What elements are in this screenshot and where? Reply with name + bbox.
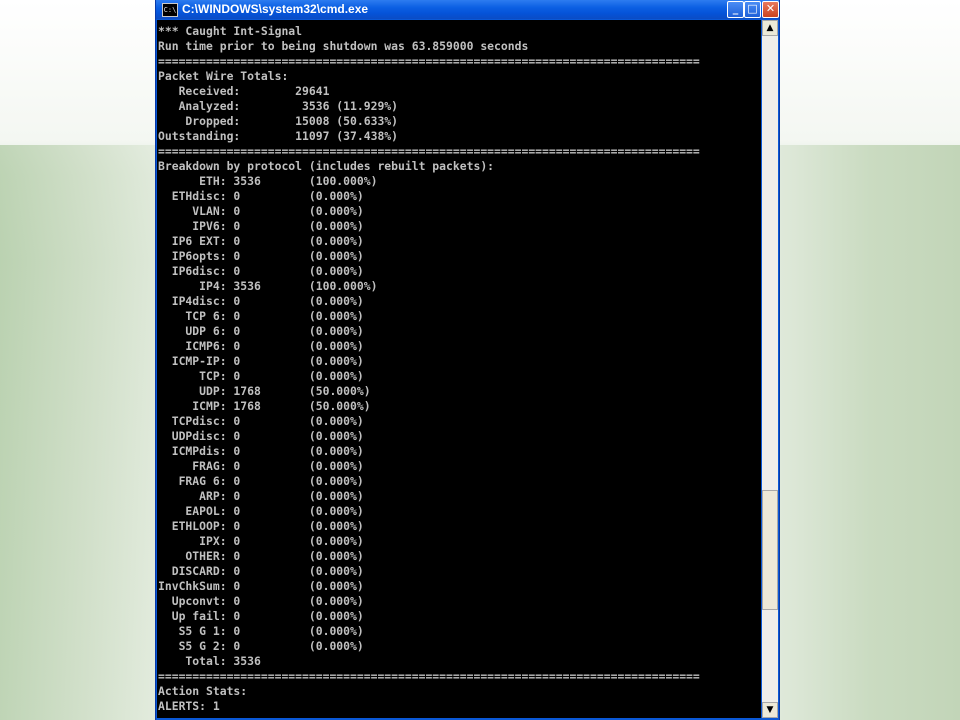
console-line: ALERTS: 1	[158, 699, 220, 713]
vertical-scrollbar[interactable]: ▲ ▼	[762, 20, 778, 718]
console-line: DISCARD: 0 (0.000%)	[158, 564, 364, 578]
console-line: Total: 3536	[158, 654, 261, 668]
cmd-app-icon[interactable]: C:\	[162, 3, 178, 17]
console-line: InvChkSum: 0 (0.000%)	[158, 579, 364, 593]
console-line: *** Caught Int-Signal	[158, 24, 303, 38]
console-line: ICMP6: 0 (0.000%)	[158, 339, 364, 353]
console-line: IP4: 3536 (100.000%)	[158, 279, 378, 293]
console-line: FRAG 6: 0 (0.000%)	[158, 474, 364, 488]
console-line: OTHER: 0 (0.000%)	[158, 549, 364, 563]
scroll-down-button[interactable]: ▼	[762, 702, 778, 718]
console-line: EAPOL: 0 (0.000%)	[158, 504, 364, 518]
console-line: ========================================…	[158, 669, 700, 683]
console-line: TCP: 0 (0.000%)	[158, 369, 364, 383]
console-line: IPX: 0 (0.000%)	[158, 534, 364, 548]
console-output[interactable]: *** Caught Int-Signal Run time prior to …	[157, 20, 761, 718]
console-line: UDPdisc: 0 (0.000%)	[158, 429, 364, 443]
console-line: Action Stats:	[158, 684, 248, 698]
console-line: IP4disc: 0 (0.000%)	[158, 294, 364, 308]
console-line: ICMP-IP: 0 (0.000%)	[158, 354, 364, 368]
title-bar[interactable]: C:\ C:\WINDOWS\system32\cmd.exe _ □ ✕	[156, 0, 779, 19]
console-line: Run time prior to being shutdown was 63.…	[158, 39, 529, 53]
console-line: Breakdown by protocol (includes rebuilt …	[158, 159, 495, 173]
console-line: VLAN: 0 (0.000%)	[158, 204, 364, 218]
console-line: UDP 6: 0 (0.000%)	[158, 324, 364, 338]
console-line: ARP: 0 (0.000%)	[158, 489, 364, 503]
console-line: IP6disc: 0 (0.000%)	[158, 264, 364, 278]
console-line: ETH: 3536 (100.000%)	[158, 174, 378, 188]
console-line: Up fail: 0 (0.000%)	[158, 609, 364, 623]
console-line: Outstanding: 11097 (37.438%)	[158, 129, 399, 143]
console-line: IP6 EXT: 0 (0.000%)	[158, 234, 364, 248]
scrollbar-thumb[interactable]	[762, 490, 778, 610]
cmd-window: C:\ C:\WINDOWS\system32\cmd.exe _ □ ✕ **…	[155, 0, 780, 720]
console-line: S5 G 2: 0 (0.000%)	[158, 639, 364, 653]
console-line: IPV6: 0 (0.000%)	[158, 219, 364, 233]
console-line: FRAG: 0 (0.000%)	[158, 459, 364, 473]
console-line: ========================================…	[158, 144, 700, 158]
console-line: S5 G 1: 0 (0.000%)	[158, 624, 364, 638]
maximize-button[interactable]: □	[744, 1, 761, 18]
console-line: ========================================…	[158, 54, 700, 68]
console-text: *** Caught Int-Signal Run time prior to …	[157, 20, 761, 714]
console-line: Received: 29641	[158, 84, 330, 98]
console-line: Upconvt: 0 (0.000%)	[158, 594, 364, 608]
console-line: UDP: 1768 (50.000%)	[158, 384, 371, 398]
console-line: Dropped: 15008 (50.633%)	[158, 114, 399, 128]
console-line: Analyzed: 3536 (11.929%)	[158, 99, 399, 113]
console-line: ICMP: 1768 (50.000%)	[158, 399, 371, 413]
desktop-background-right	[780, 145, 960, 720]
console-line: TCPdisc: 0 (0.000%)	[158, 414, 364, 428]
console-line: TCP 6: 0 (0.000%)	[158, 309, 364, 323]
window-title: C:\WINDOWS\system32\cmd.exe	[182, 2, 369, 16]
console-line: IP6opts: 0 (0.000%)	[158, 249, 364, 263]
console-line: ICMPdis: 0 (0.000%)	[158, 444, 364, 458]
console-line: ETHdisc: 0 (0.000%)	[158, 189, 364, 203]
scroll-up-button[interactable]: ▲	[762, 20, 778, 36]
console-line: Packet Wire Totals:	[158, 69, 289, 83]
desktop-background-left	[0, 145, 156, 720]
minimize-button[interactable]: _	[727, 1, 744, 18]
close-button[interactable]: ✕	[762, 1, 779, 18]
console-line: ETHLOOP: 0 (0.000%)	[158, 519, 364, 533]
